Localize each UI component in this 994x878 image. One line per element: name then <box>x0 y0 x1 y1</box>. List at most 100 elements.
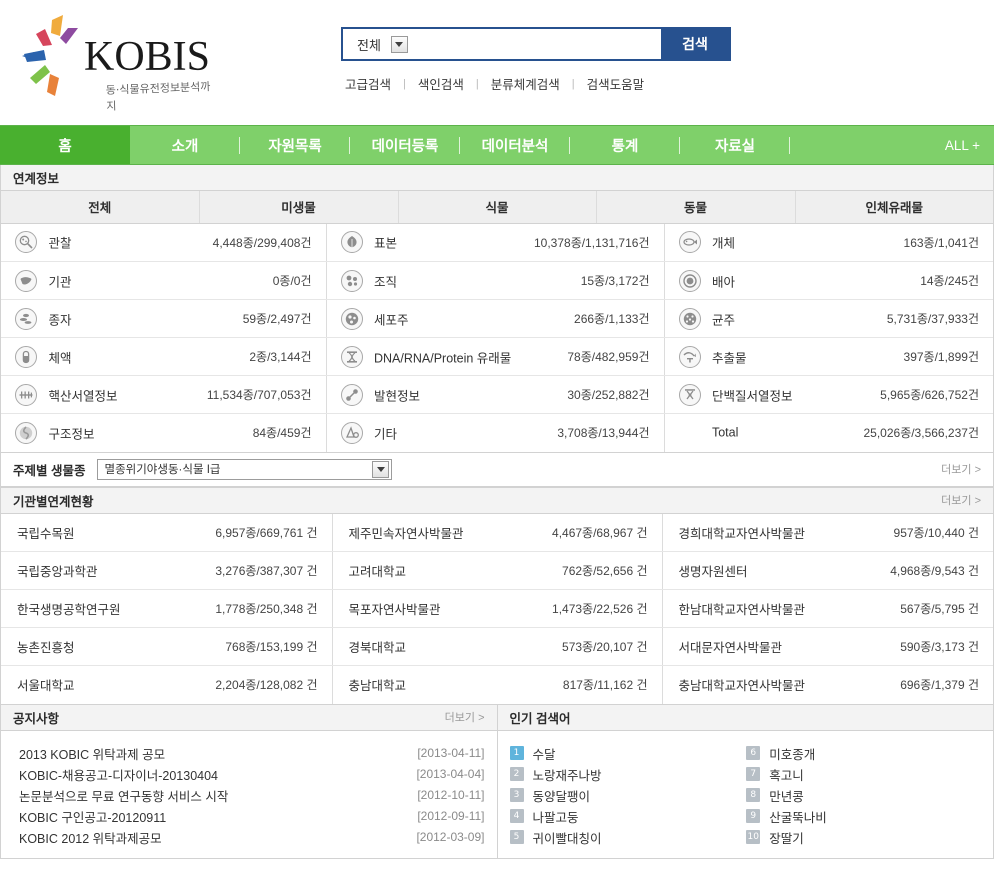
list-item[interactable]: KOBIC-채용공고-디자이너-20130404 [2013-04-04] <box>19 764 485 785</box>
cell-label-total: Total <box>664 414 834 452</box>
dna-rna-protein-icon <box>340 345 363 368</box>
row-label: 기관 <box>48 275 72 289</box>
nav-item-statistics[interactable]: 통계 <box>570 126 680 164</box>
index-search-link[interactable]: 색인검색 <box>406 74 476 93</box>
nav-item-data-registration[interactable]: 데이터등록 <box>350 126 460 164</box>
list-item[interactable]: 2013 KOBIC 위탁과제 공모 [2013-04-11] <box>19 743 485 764</box>
institution-value: 567종/5,795 건 <box>842 589 993 628</box>
keyword-term: 동양달팽이 <box>532 789 591 804</box>
list-item[interactable]: 논문분석으로 무료 연구동향 서비스 시작 [2012-10-11] <box>19 785 485 806</box>
row-label: 관찰 <box>48 236 72 251</box>
keywords-header: 인기 검색어 <box>497 704 993 731</box>
subject-species-select[interactable]: 멸종위기야생동·식물 I급 <box>97 458 393 480</box>
list-item[interactable]: 9 산굴뚝나비 <box>746 806 983 827</box>
cell-value: 3,708종/13,944건 <box>506 413 665 452</box>
table-row[interactable]: 서울대학교 2,204종/128,082 건 충남대학교 817종/11,162… <box>1 665 993 704</box>
institutions-more-link[interactable]: 더보기 > <box>941 492 981 508</box>
search-category-label: 전체 <box>357 37 381 53</box>
list-item[interactable]: 8 만년콩 <box>746 785 983 806</box>
keywords-column-left: 1 수달 2 노랑재주나방 3 동양달팽이 4 나팔고둥 5 귀이빨대칭이 <box>509 743 747 848</box>
notices-list: 2013 KOBIC 위탁과제 공모 [2013-04-11] KOBIC-채용… <box>1 731 497 858</box>
nav-item-resource-list[interactable]: 자원목록 <box>240 126 350 164</box>
search-help-link[interactable]: 검색도움말 <box>575 74 657 93</box>
list-item[interactable]: 2 노랑재주나방 <box>509 764 747 785</box>
site-logo[interactable]: KOBIS 동·식물유전정보분석까지 <box>22 8 212 113</box>
protein-sequence-icon <box>678 383 701 406</box>
nav-item-data-analysis[interactable]: 데이터분석 <box>460 126 570 164</box>
list-item[interactable]: 6 미호종개 <box>746 743 983 764</box>
notices-more-link[interactable]: 더보기 > <box>445 709 485 725</box>
nav-item-home[interactable]: 홈 <box>0 126 130 164</box>
row-label: 조직 <box>373 275 397 289</box>
institutions-title: 기관별연계현황 <box>13 494 94 509</box>
row-label: 표본 <box>373 236 397 251</box>
table-row[interactable]: 국립수목원 6,957종/669,761 건 제주민속자연사박물관 4,467종… <box>1 513 993 552</box>
row-label: 추출물 <box>711 351 747 365</box>
institutions-table: 국립수목원 6,957종/669,761 건 제주민속자연사박물관 4,467종… <box>1 513 993 704</box>
keywords-grid: 1 수달 2 노랑재주나방 3 동양달팽이 4 나팔고둥 5 귀이빨대칭이 6 … <box>498 731 994 858</box>
table-row[interactable]: 농촌진흥청 768종/153,199 건 경북대학교 573종/20,107 건… <box>1 627 993 666</box>
linked-info-title: 연계정보 <box>1 165 993 191</box>
search-button[interactable]: 검색 <box>661 29 729 59</box>
list-item[interactable]: 3 동양달팽이 <box>509 785 747 806</box>
row-label: 개체 <box>711 236 735 251</box>
institution-value: 6,957종/669,761 건 <box>176 513 333 552</box>
notices-panel: 공지사항 더보기 > 2013 KOBIC 위탁과제 공모 [2013-04-1… <box>0 704 498 859</box>
institution-name: 충남대학교자연사박물관 <box>678 679 806 694</box>
advanced-search-link[interactable]: 고급검색 <box>345 74 403 93</box>
table-row[interactable]: 구조정보 84종/459건 기타 3,708종/13,944건 Total 25… <box>1 413 993 452</box>
notice-title: KOBIC 구인공고-20120911 <box>19 810 167 825</box>
search-category-select[interactable]: 전체 <box>343 29 416 59</box>
table-row[interactable]: 종자 59종/2,497건 세포주 266종/1,133건 균주 5,731종/… <box>1 299 993 338</box>
cell-value: 10,378종/1,131,716건 <box>506 223 665 262</box>
cell-value: 15종/3,172건 <box>506 261 665 300</box>
row-label: 발현정보 <box>373 389 420 403</box>
nav-item-all-menu[interactable]: ALL + <box>874 126 994 164</box>
search-input[interactable] <box>415 29 661 59</box>
table-row[interactable]: 국립중앙과학관 3,276종/387,307 건 고려대학교 762종/52,6… <box>1 551 993 590</box>
table-row[interactable]: 한국생명공학연구원 1,778종/250,348 건 목포자연사박물관 1,47… <box>1 589 993 628</box>
row-label: 배아 <box>711 275 735 289</box>
notice-title: KOBIC-채용공고-디자이너-20130404 <box>19 768 219 783</box>
rank-badge: 3 <box>509 788 524 802</box>
rank-badge: 9 <box>746 809 761 823</box>
taxonomy-search-link[interactable]: 분류체계검색 <box>479 74 572 93</box>
table-row[interactable]: 체액 2종/3,144건 DNA/RNA/Protein 유래물 78종/482… <box>1 337 993 376</box>
institution-name: 경희대학교자연사박물관 <box>662 513 842 552</box>
institution-name: 목포자연사박물관 <box>332 589 507 628</box>
nav-item-archive[interactable]: 자료실 <box>680 126 790 164</box>
notice-title: 논문분석으로 무료 연구동향 서비스 시작 <box>19 789 229 804</box>
list-item[interactable]: 7 혹고니 <box>746 764 983 785</box>
table-row[interactable]: 핵산서열정보 11,534종/707,053건 발현정보 30종/252,882… <box>1 375 993 414</box>
cell-label: 조직 <box>326 261 506 300</box>
list-item[interactable]: KOBIC 구인공고-20120911 [2012-09-11] <box>19 806 485 827</box>
chevron-down-icon[interactable] <box>390 35 408 53</box>
table-row[interactable]: 관찰 4,448종/299,408건 표본 10,378종/1,131,716건 <box>1 223 993 262</box>
notice-title: 2013 KOBIC 위탁과제 공모 <box>19 747 166 762</box>
institution-value: 2,204종/128,082 건 <box>176 665 333 704</box>
list-item[interactable]: 5 귀이빨대칭이 <box>509 827 747 848</box>
institution-value: 762종/52,656 건 <box>507 551 663 590</box>
institution-value: 590종/3,173 건 <box>842 627 993 666</box>
list-item[interactable]: 4 나팔고둥 <box>509 806 747 827</box>
cellline-icon <box>340 307 363 330</box>
nav-item-about[interactable]: 소개 <box>130 126 240 164</box>
cell-label: 핵산서열정보 <box>1 375 161 414</box>
chevron-down-icon[interactable] <box>372 460 390 478</box>
institution-value: 4,968종/9,543 건 <box>842 551 993 590</box>
table-row[interactable]: 기관 0종/0건 조직 15종/3,172건 배아 14종/245건 <box>1 261 993 300</box>
row-label: DNA/RNA/Protein 유래물 <box>373 351 512 365</box>
list-item[interactable]: 1 수달 <box>509 743 747 764</box>
list-item[interactable]: KOBIC 2012 위탁과제공모 [2012-03-09] <box>19 827 485 848</box>
row-label: 세포주 <box>373 313 409 327</box>
subject-species-panel: 주제별 생물종 멸종위기야생동·식물 I급 더보기 > <box>0 452 994 488</box>
list-item[interactable]: 10 장딸기 <box>746 827 983 848</box>
main-navigation: 홈 소개 자원목록 데이터등록 데이터분석 통계 자료실 ALL + <box>0 125 994 165</box>
cell-value: 5,731종/37,933건 <box>834 299 993 338</box>
row-label: 균주 <box>711 313 735 327</box>
subject-more-link[interactable]: 더보기 > <box>941 461 981 477</box>
cell-value: 163종/1,041건 <box>834 223 993 262</box>
cell-label: 표본 <box>326 223 506 262</box>
institution-name: 한남대학교자연사박물관 <box>662 589 842 628</box>
page-root: KOBIS 동·식물유전정보분석까지 전체 검색 고급검색 | 색인검색 | 분… <box>0 0 994 878</box>
